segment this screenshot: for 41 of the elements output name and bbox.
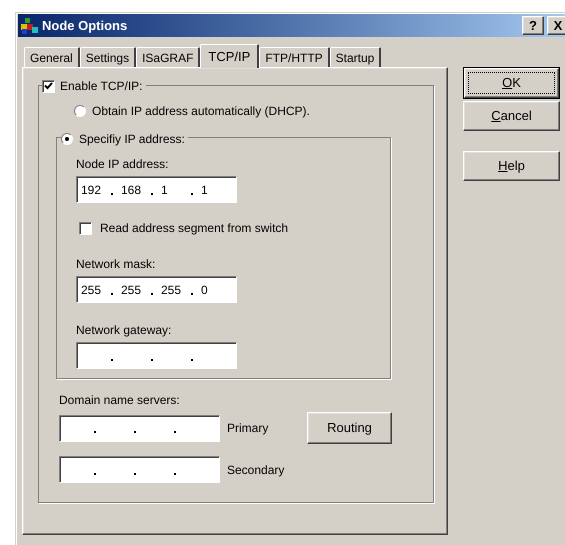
radio-button[interactable] [74,105,86,117]
dialog-button[interactable]: OK [464,68,559,98]
tab[interactable]: Settings [80,47,136,67]
routing-button[interactable]: Routing [307,412,392,444]
dialog-button[interactable]: Help [463,151,560,181]
field-label: Secondary [227,462,286,478]
ip-address-field[interactable]: 192 168 1 1 [76,176,237,203]
checkbox[interactable] [79,222,92,234]
octet-text: 192 [81,182,102,198]
checkbox[interactable] [42,80,55,92]
octet-text: 255 [81,282,102,298]
ip-address-field[interactable] [59,414,220,442]
field-label: Domain name servers: [59,392,181,409]
field-label: Node IP address: [76,156,170,173]
dialog-button[interactable]: Cancel [463,101,560,131]
tab[interactable]: Startup [330,47,382,67]
ip-address-field[interactable] [76,342,237,369]
tab[interactable]: FTP/HTTP [259,47,330,67]
radio-button[interactable] [61,133,73,145]
window-title: Node Options [42,16,128,35]
octet-text: 1 [201,182,209,198]
ip-address-field[interactable] [59,456,220,483]
field-label: Primary [227,420,270,437]
tab[interactable]: General [24,47,80,67]
radio-label: Obtain IP address automatically (DHCP). [92,103,310,120]
title-bar-button[interactable]: ? [522,16,544,35]
radio-label: Specifiy IP address: [79,131,185,148]
octet-text: 255 [161,282,182,298]
check-icon [44,82,53,90]
tab[interactable]: TCP/IP [200,44,260,68]
checkbox-label: Read address segment from switch [100,220,288,237]
title-bar-button[interactable]: X [547,16,565,35]
octet-text: 255 [121,282,142,298]
app-icon [21,18,39,34]
octet-text: 168 [121,182,142,198]
field-label: Network mask: [76,256,156,273]
octet-text: 1 [161,182,169,198]
checkbox-label: Enable TCP/IP: [60,78,142,95]
field-label: Network gateway: [76,322,172,339]
octet-text: 0 [201,282,209,298]
ip-address-field[interactable]: 255 255 255 0 [76,276,237,303]
